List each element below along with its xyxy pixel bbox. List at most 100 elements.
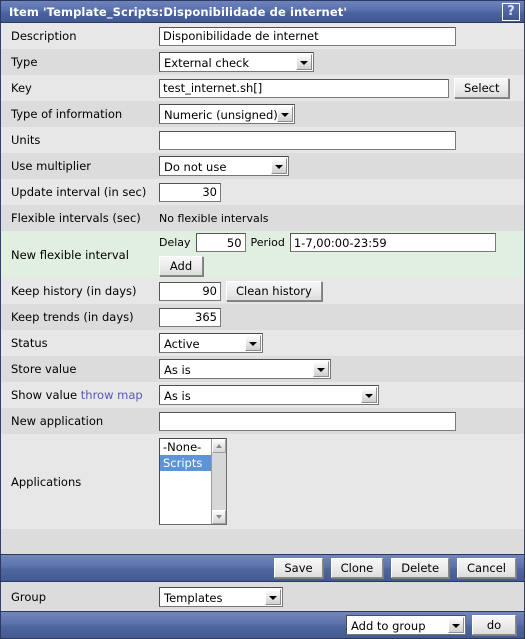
flexible-intervals-value: No flexible intervals [159, 211, 269, 225]
item-form: Description Type External check Key Sele… [0, 23, 525, 554]
show-value-select[interactable]: As is [159, 385, 379, 405]
field-store-value: As is [159, 359, 524, 379]
field-use-multiplier: Do not use [159, 156, 524, 176]
field-applications: -None- Scripts [159, 438, 524, 525]
row-type: Type External check [1, 49, 524, 75]
label-update-interval: Update interval (in sec) [11, 185, 147, 199]
label-delay: Delay [159, 236, 191, 249]
label-period: Period [250, 236, 285, 249]
list-item[interactable]: -None- [160, 439, 211, 455]
label-keep-trends: Keep trends (in days) [11, 310, 134, 324]
applications-listbox[interactable]: -None- Scripts [159, 438, 227, 525]
store-value-select-value: As is [164, 363, 191, 377]
field-units [159, 130, 524, 150]
clean-history-button[interactable]: Clean history [226, 281, 322, 301]
label-status: Status [11, 336, 48, 350]
row-group: Group Templates [0, 582, 525, 611]
type-of-information-value: Numeric (unsigned) [164, 108, 278, 122]
units-input[interactable] [159, 130, 456, 150]
row-status: Status Active [1, 330, 524, 356]
new-flexible-interval-inputs: Delay Period [159, 233, 496, 252]
type-of-information-select[interactable]: Numeric (unsigned) [159, 104, 295, 124]
label-key: Key [11, 81, 32, 95]
scrollbar-track[interactable] [212, 453, 226, 510]
field-status: Active [159, 333, 524, 353]
field-new-flexible-interval: Delay Period Add [159, 233, 524, 276]
type-select[interactable]: External check [159, 52, 314, 72]
applications-options: -None- Scripts [160, 439, 211, 524]
show-value-select-value: As is [164, 389, 191, 403]
row-keep-trends: Keep trends (in days) [1, 304, 524, 330]
chevron-down-icon [271, 158, 287, 174]
throw-map-link[interactable]: throw map [81, 388, 143, 402]
field-new-application [159, 411, 524, 431]
label-group: Group [11, 589, 47, 604]
label-use-multiplier: Use multiplier [11, 159, 92, 173]
field-type-of-information: Numeric (unsigned) [159, 104, 524, 124]
row-type-of-information: Type of information Numeric (unsigned) [1, 101, 524, 127]
field-flexible-intervals: No flexible intervals [159, 212, 524, 225]
period-input[interactable] [289, 233, 496, 252]
form-action-bar: Save Clone Delete Cancel [0, 554, 525, 582]
field-update-interval [159, 182, 524, 202]
save-button[interactable]: Save [274, 558, 323, 578]
add-to-group-select[interactable]: Add to group [346, 615, 466, 635]
group-select-value: Templates [164, 590, 223, 605]
cancel-button[interactable]: Cancel [457, 558, 516, 578]
help-icon[interactable]: ? [502, 3, 520, 21]
label-show-value: Show value throw map [1, 388, 159, 402]
scroll-down-icon[interactable] [212, 510, 226, 524]
label-type: Type [11, 55, 38, 69]
row-new-flexible-interval: New flexible interval Delay Period Add [1, 231, 524, 278]
do-button[interactable]: do [472, 615, 516, 635]
keep-history-input[interactable] [159, 281, 221, 301]
row-update-interval: Update interval (in sec) [1, 179, 524, 205]
field-group: Templates [159, 586, 524, 607]
select-key-button[interactable]: Select [454, 78, 510, 98]
chevron-down-icon [313, 361, 329, 377]
add-flexible-interval-button[interactable]: Add [159, 256, 203, 276]
type-select-value: External check [164, 56, 250, 70]
row-units: Units [1, 127, 524, 153]
group-select[interactable]: Templates [159, 586, 283, 607]
status-select[interactable]: Active [159, 333, 263, 353]
store-value-select[interactable]: As is [159, 359, 331, 379]
clone-button[interactable]: Clone [330, 558, 384, 578]
use-multiplier-value: Do not use [164, 160, 227, 174]
chevron-down-icon [361, 387, 377, 403]
field-keep-history: Clean history [159, 281, 524, 301]
label-keep-history: Keep history (in days) [11, 284, 137, 298]
label-store-value: Store value [11, 362, 77, 376]
delete-button[interactable]: Delete [391, 558, 450, 578]
key-input[interactable] [159, 78, 449, 98]
window-title: Item 'Template_Scripts:Disponibilidade d… [9, 4, 347, 19]
window-titlebar: Item 'Template_Scripts:Disponibilidade d… [0, 0, 525, 23]
list-item[interactable]: Scripts [160, 455, 211, 471]
description-input[interactable] [159, 26, 456, 46]
row-flexible-intervals: Flexible intervals (sec) No flexible int… [1, 205, 524, 231]
chevron-down-icon [296, 54, 312, 70]
row-description: Description [1, 23, 524, 49]
delay-input[interactable] [195, 233, 246, 252]
field-show-value: As is [159, 385, 524, 405]
label-flexible-intervals: Flexible intervals (sec) [11, 211, 141, 225]
row-keep-history: Keep history (in days) Clean history [1, 278, 524, 304]
field-key: Select [159, 78, 524, 98]
label-applications: Applications [11, 474, 82, 489]
label-type-of-information: Type of information [11, 107, 123, 121]
label-new-flexible-interval: New flexible interval [11, 247, 129, 262]
chevron-down-icon [277, 106, 293, 122]
label-description: Description [11, 29, 77, 43]
listbox-scrollbar[interactable] [211, 439, 226, 524]
bottom-action-bar: Add to group do [0, 611, 525, 639]
row-store-value: Store value As is [1, 356, 524, 382]
field-keep-trends [159, 307, 524, 327]
use-multiplier-select[interactable]: Do not use [159, 156, 289, 176]
new-application-input[interactable] [159, 411, 456, 431]
show-value-text: Show value [11, 388, 78, 402]
update-interval-input[interactable] [159, 182, 221, 202]
keep-trends-input[interactable] [159, 307, 221, 327]
label-units: Units [11, 133, 41, 147]
scroll-up-icon[interactable] [212, 439, 226, 453]
chevron-down-icon [265, 588, 281, 605]
